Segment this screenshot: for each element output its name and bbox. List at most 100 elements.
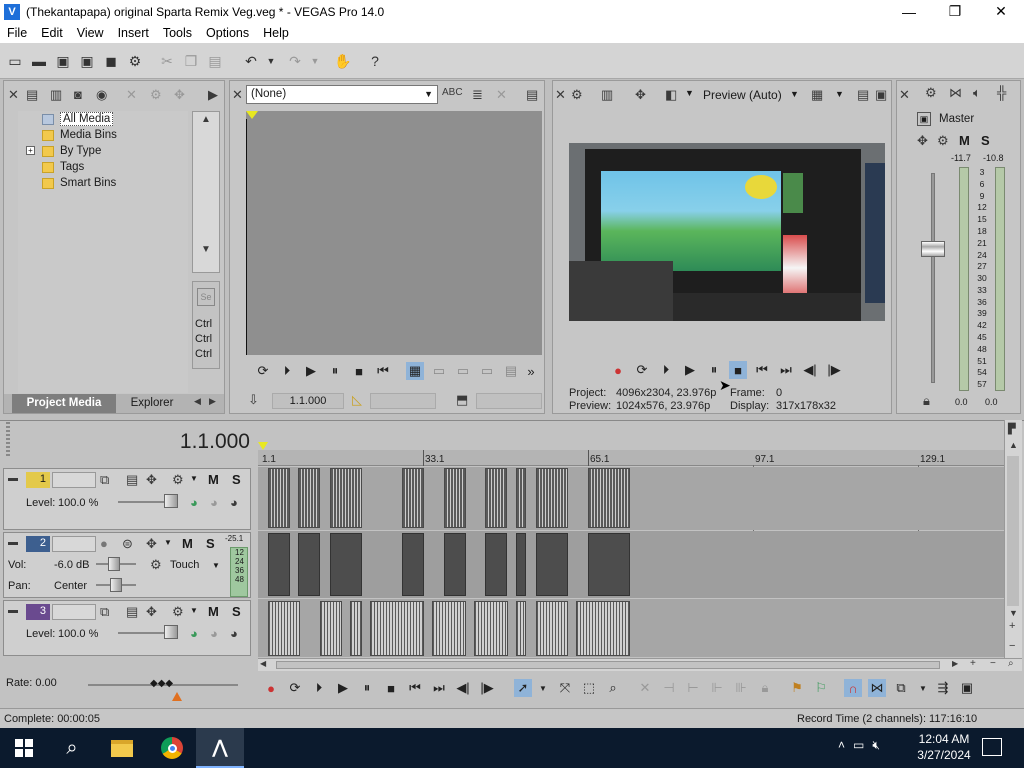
play-preview-icon[interactable]: ▶ <box>208 87 218 103</box>
compositing-gear-icon[interactable]: ⚙ <box>172 604 184 620</box>
zoom-tool-icon[interactable]: ⌕ <box>604 679 622 697</box>
track-motion-icon[interactable]: ⧉ <box>100 604 109 620</box>
taskbar-clock[interactable]: 12:04 AM 3/27/2024 <box>914 731 974 763</box>
trimmer-select[interactable]: (None) ▼ <box>246 85 438 104</box>
track-fx-icon[interactable]: ▤ <box>126 472 138 488</box>
start-button[interactable] <box>0 728 48 768</box>
go-to-end-icon[interactable]: ⏭ <box>430 679 448 697</box>
collapse-track-icon[interactable]: ▬ <box>8 605 18 616</box>
group-icon[interactable]: ▣ <box>958 679 976 697</box>
go-to-start-icon[interactable]: ⏮ <box>374 362 392 380</box>
save-snapshot-icon[interactable]: ▣ <box>875 87 887 103</box>
tab-scroll-left-icon[interactable]: ◀ <box>194 396 201 407</box>
scroll-thumb[interactable] <box>1007 456 1019 606</box>
master-fx-icon[interactable]: ⚙ <box>937 133 949 149</box>
trimmer-options-icon[interactable]: ≣ <box>472 87 483 103</box>
video-event[interactable] <box>536 468 568 528</box>
video-event[interactable] <box>576 601 630 656</box>
trimmer-menu-icon[interactable]: ▤ <box>526 87 538 103</box>
parent-mode-icon[interactable]: ◕ <box>230 495 238 510</box>
video-event[interactable] <box>320 601 342 656</box>
get-media-icon[interactable]: ◙ <box>74 87 82 102</box>
zoom-out-horizontal-icon[interactable]: − <box>990 658 996 669</box>
media-scrollbar[interactable]: ▲ ▼ <box>192 111 220 273</box>
save-icon[interactable]: ▣ <box>54 52 72 70</box>
lock-icon[interactable]: 🔒︎ <box>923 393 930 409</box>
video-event[interactable] <box>536 601 568 656</box>
track-fx-icon[interactable]: ▤ <box>126 604 138 620</box>
menu-view[interactable]: View <box>70 26 111 40</box>
invert-phase-icon[interactable]: ⊜ <box>122 536 133 552</box>
whats-this-help-icon[interactable]: ? <box>366 52 384 70</box>
collapse-track-icon[interactable]: ▬ <box>8 473 18 484</box>
go-to-start-icon[interactable]: ⏮ <box>753 361 771 379</box>
video-event[interactable] <box>444 468 466 528</box>
tree-item-media-bins[interactable]: Media Bins <box>42 127 117 143</box>
search-button[interactable]: ⌕ <box>48 728 96 768</box>
arm-record-icon[interactable]: ● <box>100 536 108 551</box>
go-to-end-icon[interactable]: ⏭ <box>777 361 795 379</box>
master-properties-gear-icon[interactable]: ⚙ <box>925 85 937 101</box>
chevron-down-icon[interactable]: ▼ <box>212 561 220 570</box>
collapse-track-icon[interactable]: ▬ <box>8 537 18 548</box>
video-event[interactable] <box>402 468 424 528</box>
zoom-out-icon[interactable]: − <box>1009 640 1015 652</box>
scroll-left-icon[interactable]: ◀ <box>260 659 266 668</box>
video-event[interactable] <box>516 468 526 528</box>
audio-event[interactable] <box>402 533 424 596</box>
spellcheck-abc-icon[interactable]: ABC <box>442 87 463 98</box>
track-header-1[interactable]: ▬ 1 ⧉ ▤ ✥ ⚙ ▼ M S Level: 100.0 % ◕ ◕ ◕ <box>3 468 251 530</box>
import-media-icon[interactable]: ▤ <box>26 87 38 103</box>
video-event[interactable] <box>330 468 362 528</box>
chevron-down-icon[interactable]: ▼ <box>835 89 844 99</box>
track-fx-gear-icon[interactable]: ⚙ <box>150 557 162 573</box>
next-frame-icon[interactable]: |▶ <box>478 679 496 697</box>
video-event[interactable] <box>432 601 466 656</box>
menu-tools[interactable]: Tools <box>156 26 199 40</box>
delete-icon[interactable]: ✕ <box>636 679 654 697</box>
tree-item-all-media[interactable]: All Media <box>42 111 114 127</box>
play-icon[interactable]: ▶ <box>302 362 320 380</box>
insert-marker-icon[interactable]: ⚑ <box>788 679 806 697</box>
external-monitor-icon[interactable]: ▥ <box>601 87 613 103</box>
chevron-down-icon[interactable]: ▼ <box>190 606 198 615</box>
add-to-timeline-icon[interactable]: ▭ <box>430 362 448 380</box>
audio-event[interactable] <box>298 533 320 596</box>
go-to-start-icon[interactable]: ⏮ <box>406 679 424 697</box>
record-icon[interactable]: ● <box>609 361 627 379</box>
chrome-button[interactable] <box>148 728 196 768</box>
network-icon[interactable]: ▭ <box>853 738 864 753</box>
track-name-field[interactable] <box>52 536 96 552</box>
stop-icon[interactable]: ■ <box>382 679 400 697</box>
se-icon[interactable]: Se <box>197 288 215 306</box>
zoom-tool-icon[interactable]: ⌕ <box>1008 658 1014 669</box>
media-fx-icon[interactable]: ⚙ <box>150 87 162 103</box>
tab-project-media[interactable]: Project Media <box>12 394 116 413</box>
file-explorer-button[interactable] <box>98 728 146 768</box>
stop-icon[interactable]: ■ <box>729 361 747 379</box>
track-header-2[interactable]: ▬ 2 ● ⊜ ✥ ▼ M S -25.1 12 24 36 48 Vol: -… <box>3 532 251 598</box>
selection-tool-icon[interactable]: ⬚ <box>580 679 598 697</box>
snapping-icon[interactable]: ∩ <box>844 679 862 697</box>
fit-icon[interactable]: ▤ <box>502 362 520 380</box>
menu-options[interactable]: Options <box>199 26 256 40</box>
volume-slider-handle[interactable] <box>108 557 120 571</box>
paste-icon[interactable]: ▤ <box>206 52 224 70</box>
menu-edit[interactable]: Edit <box>34 26 70 40</box>
track-effects-icon[interactable]: ◕ <box>190 495 198 510</box>
play-from-start-icon[interactable]: ⏵ <box>310 679 328 697</box>
solo-button[interactable]: S <box>232 472 241 487</box>
level-slider-handle[interactable] <box>164 625 178 639</box>
composite-mode-icon[interactable]: ◕ <box>210 495 218 510</box>
timeline-vertical-scrollbar[interactable]: ▛ ▲ ▼ + − <box>1004 420 1022 658</box>
audio-event[interactable] <box>516 533 526 596</box>
zoom-in-icon[interactable]: + <box>1009 620 1015 632</box>
play-icon[interactable]: ▶ <box>334 679 352 697</box>
play-icon[interactable]: ▶ <box>681 361 699 379</box>
preview-properties-gear-icon[interactable]: ⚙ <box>571 87 583 103</box>
mute-button[interactable]: M <box>208 472 219 487</box>
timeline-ruler[interactable] <box>258 450 1004 466</box>
loop-icon[interactable]: ⟳ <box>254 362 272 380</box>
mute-button[interactable]: M <box>182 536 193 551</box>
maximize-button[interactable]: ❐ <box>932 0 978 23</box>
